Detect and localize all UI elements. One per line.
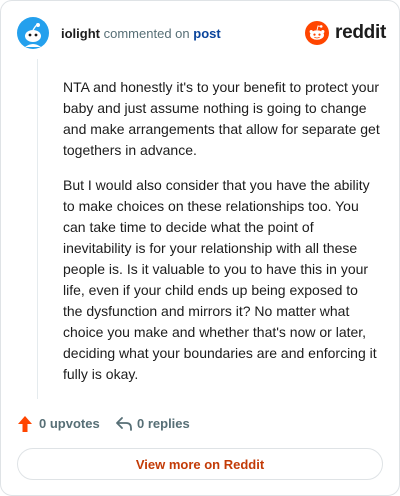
upvotes-count: 0 upvotes (39, 416, 100, 431)
reddit-wordmark: reddit (335, 22, 386, 43)
avatar[interactable] (17, 17, 49, 49)
comment-actions: 0 upvotes 0 replies (17, 413, 383, 435)
username[interactable]: iolight (61, 26, 100, 41)
comment-paragraph: NTA and honestly it's to your benefit to… (63, 79, 380, 158)
comment-paragraph: But I would also consider that you have … (63, 177, 377, 382)
thread-line (37, 59, 38, 399)
comment-meta: iolight commented on post (61, 26, 221, 42)
upvote-arrow-icon (18, 416, 32, 432)
reddit-brand-link[interactable]: reddit (305, 21, 386, 47)
view-more-button[interactable]: View more on Reddit (17, 448, 383, 480)
comment-body: NTA and honestly it's to your benefit to… (63, 77, 381, 399)
snoo-avatar-icon (17, 17, 49, 49)
replies-count: 0 replies (137, 416, 190, 431)
post-link[interactable]: post (193, 26, 220, 41)
upvote-button[interactable]: 0 upvotes (17, 413, 107, 435)
comment-embed-card: iolight commented on post reddit NTA and… (0, 0, 400, 496)
comment-header: iolight commented on post reddit (17, 17, 386, 51)
commented-on-text: commented on (103, 26, 190, 41)
reply-arrow-icon (116, 417, 132, 431)
reddit-logo-icon (305, 21, 329, 45)
replies-button[interactable]: 0 replies (115, 413, 215, 435)
